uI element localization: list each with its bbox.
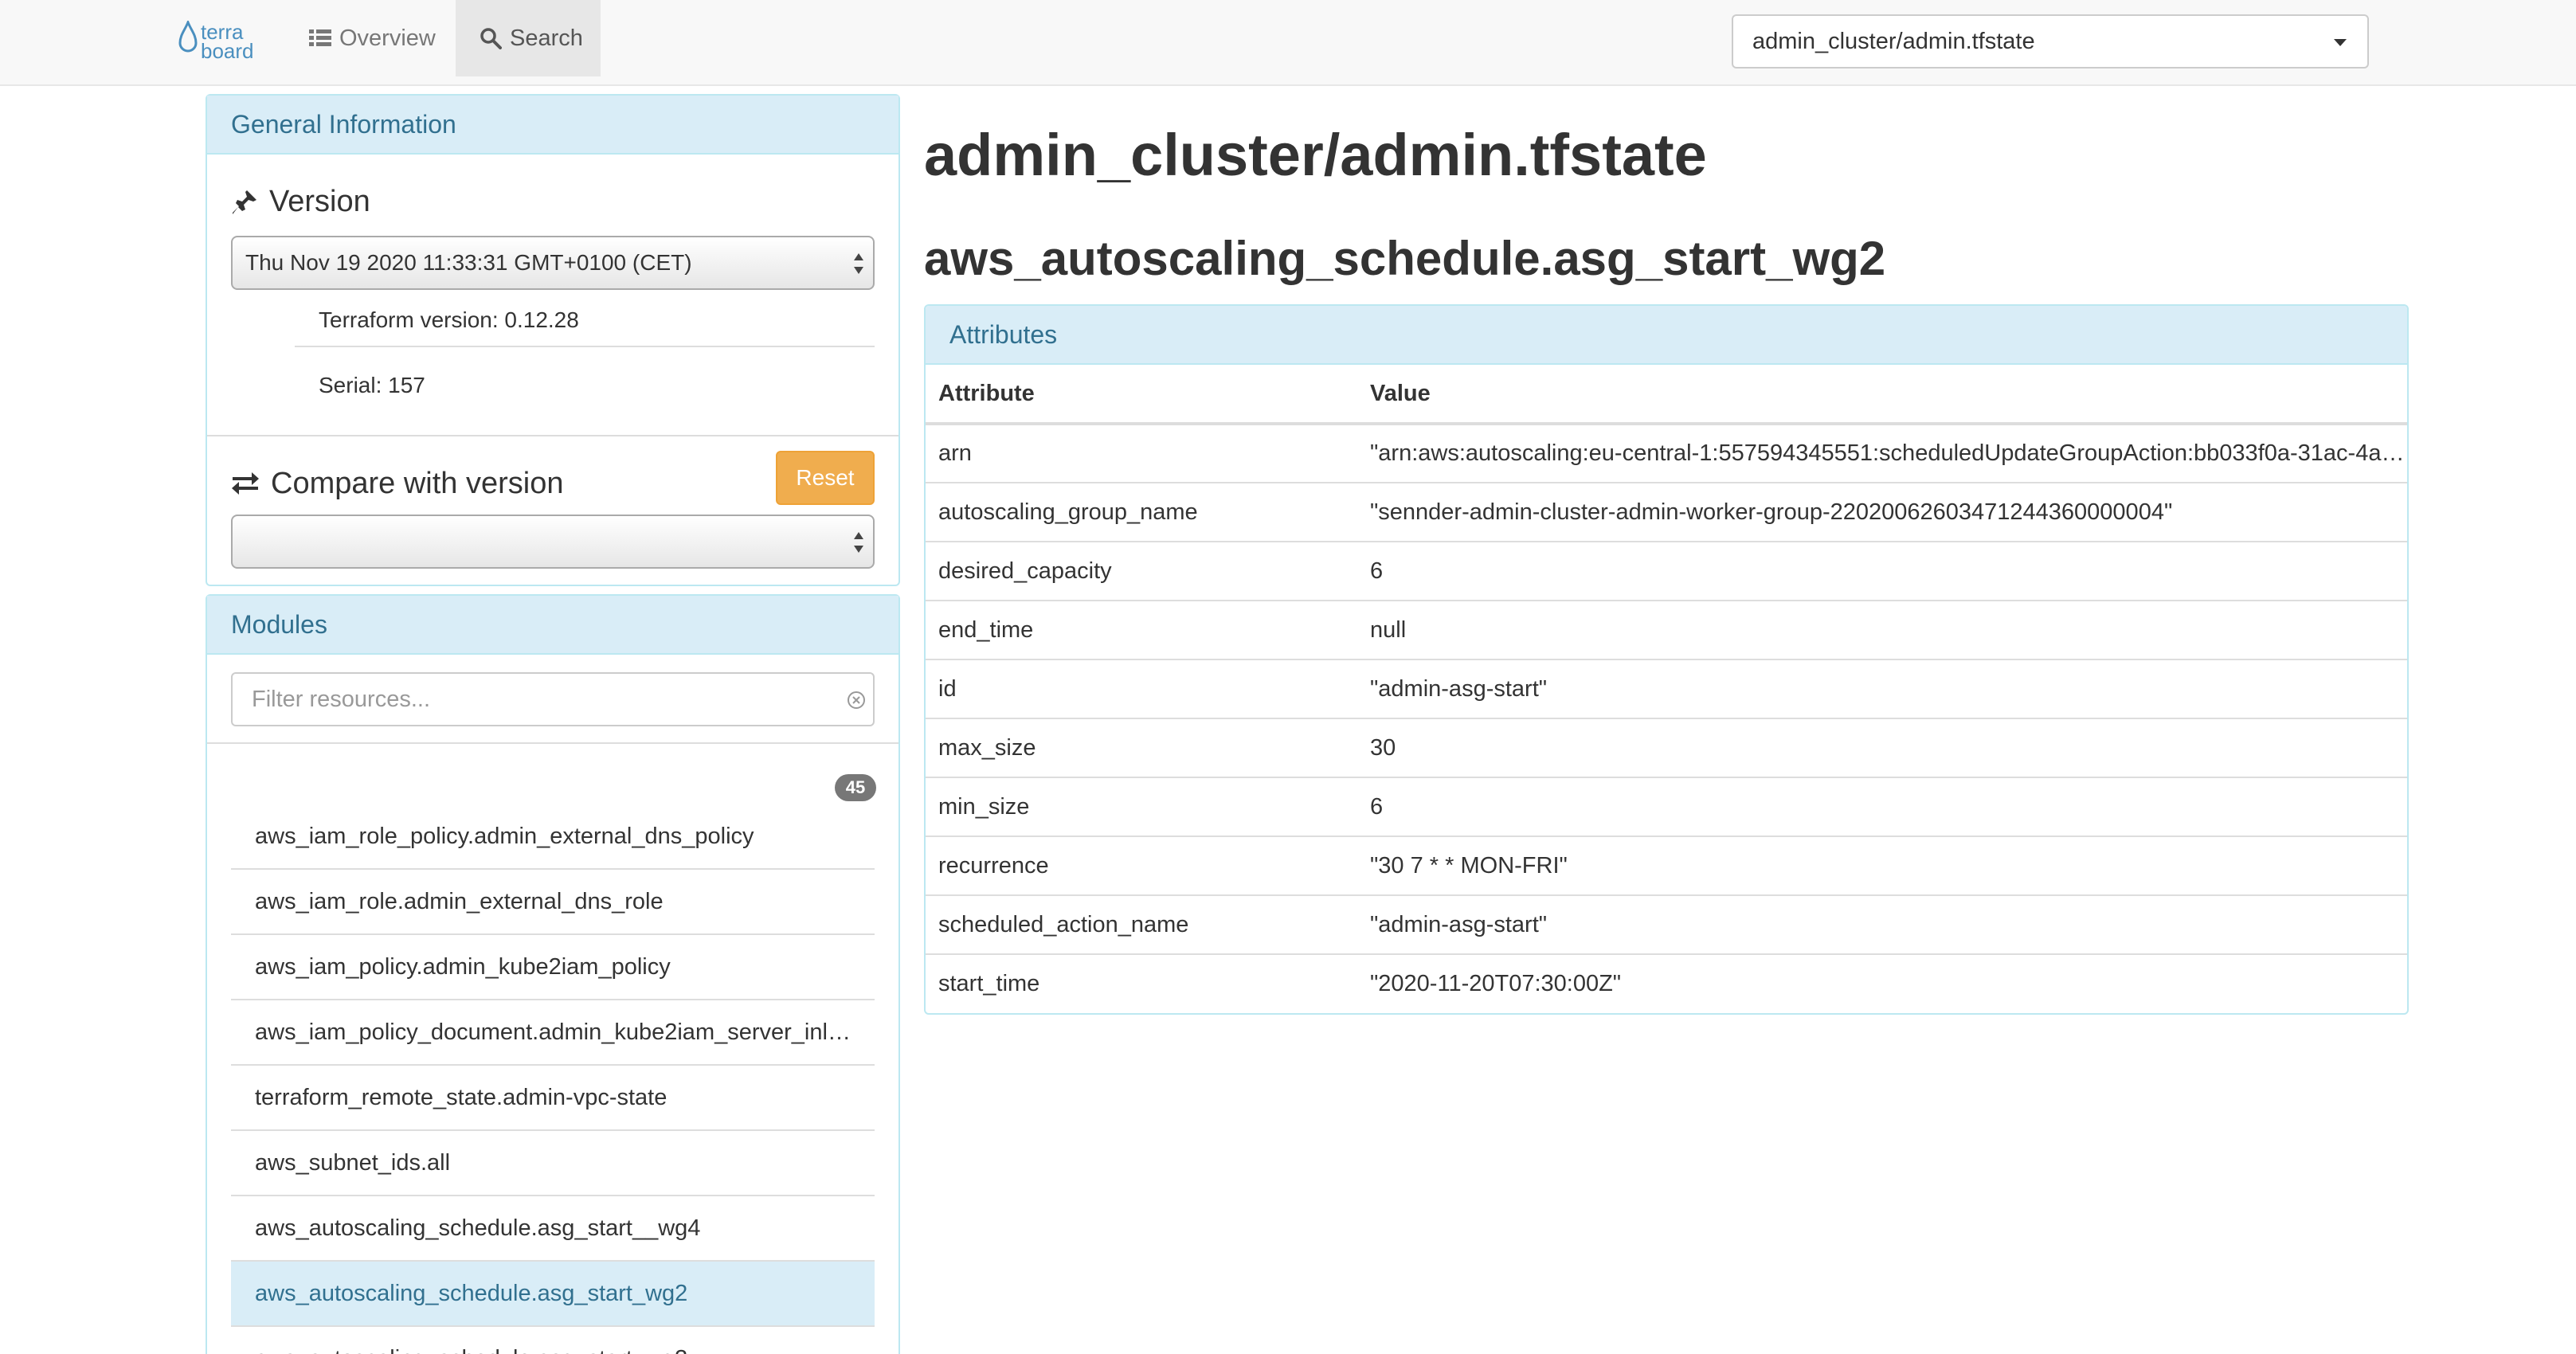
serial-number: Serial: 157: [319, 373, 425, 397]
version-title: Version: [231, 185, 370, 219]
attribute-name: arn: [938, 440, 972, 466]
table-row: scheduled_action_name "admin-asg-start": [926, 894, 2407, 954]
chevron-down-icon: [2334, 39, 2347, 46]
attribute-name: desired_capacity: [926, 541, 1357, 601]
module-item[interactable]: aws_iam_policy.admin_kube2iam_policy: [231, 935, 875, 1000]
filter-placeholder: Filter resources...: [252, 686, 430, 712]
attribute-value: null: [1357, 600, 2407, 659]
pushpin-icon: [233, 190, 256, 214]
table-row: arn "arn:aws:autoscaling:eu-central-1:557…: [926, 424, 2407, 483]
nav-overview-label: Overview: [339, 25, 436, 51]
page: terra board Overview Search admin_cluste…: [0, 0, 2576, 1354]
terraform-version: Terraform version: 0.12.28: [295, 307, 875, 347]
attribute-name: max_size: [926, 718, 1357, 777]
table-row: autoscaling_group_name "sennder-admin-clu…: [926, 482, 2407, 542]
modules-panel: Modules Filter resources... 45 aws_iam_r…: [206, 594, 900, 1354]
attribute-value: 30: [1357, 718, 2407, 777]
module-item-label: aws_subnet_ids.all: [255, 1149, 451, 1176]
divider: [207, 742, 898, 744]
attribute-value: 6: [1357, 541, 2407, 601]
drop-icon: [178, 21, 198, 53]
attribute-value: "admin-asg-start": [1357, 894, 2407, 954]
attribute-value: "30 7 * * MON-FRI": [1357, 835, 2407, 895]
table-row: recurrence "30 7 * * MON-FRI": [926, 835, 2407, 895]
brand-word-board: board: [201, 39, 254, 63]
attribute-value: "admin-asg-start": [1357, 659, 2407, 718]
module-item-label: aws_autoscaling_schedule.asg_start_wg2: [255, 1280, 688, 1306]
attribute-name: id: [926, 659, 1357, 718]
general-information-heading: General Information: [207, 96, 898, 155]
attribute-name: start_time: [926, 953, 1357, 1013]
general-information-panel: General Information Version Thu Nov 19 2…: [206, 94, 900, 586]
column-header-attribute: Attribute: [926, 365, 1357, 425]
select-arrows-icon: [854, 253, 863, 274]
module-item[interactable]: aws_autoscaling_schedule.asg_start__wg4: [231, 1196, 875, 1262]
module-item[interactable]: aws_subnet_ids.all: [231, 1131, 875, 1196]
attributes-heading: Attributes: [926, 306, 2407, 365]
module-item-label: aws_iam_policy.admin_kube2iam_policy: [255, 953, 671, 980]
compare-title-label: Compare with version: [271, 467, 564, 500]
nav-search[interactable]: Search: [456, 0, 601, 76]
attribute-value: "sennder-admin-cluster-admin-worker-grou…: [1357, 482, 2407, 542]
module-item-label: terraform_remote_state.admin-vpc-state: [255, 1084, 667, 1110]
version-select-value: Thu Nov 19 2020 11:33:31 GMT+0100 (CET): [245, 250, 692, 275]
table-row: desired_capacity 6: [926, 541, 2407, 601]
attribute-name: scheduled_action_name: [926, 894, 1357, 954]
module-item-label: aws_iam_role.admin_external_dns_role: [255, 888, 664, 914]
table-row: min_size 6: [926, 777, 2407, 836]
module-list: aws_iam_role_policy.admin_external_dns_p…: [231, 804, 875, 1354]
attribute-value: 6: [1357, 777, 2407, 836]
reset-button[interactable]: Reset: [776, 451, 875, 505]
module-item[interactable]: aws_iam_policy_document.admin_kube2iam_s…: [231, 1000, 875, 1066]
nav-overview[interactable]: Overview: [285, 0, 460, 76]
table-header-row: Attribute Value: [926, 365, 2407, 425]
resource-title: aws_autoscaling_schedule.asg_start_wg2: [924, 232, 1886, 285]
divider: [207, 435, 898, 436]
state-title: admin_cluster/admin.tfstate: [924, 122, 1707, 188]
module-item-label: aws_autoscaling_schedule.asg_start__wg4: [255, 1215, 701, 1241]
column-header-value: Value: [1357, 365, 2407, 425]
table-row: id "admin-asg-start": [926, 659, 2407, 718]
attribute-value: "arn:aws:autoscaling:eu-central-1:557594…: [1370, 440, 2407, 466]
attributes-panel: Attributes Attribute Value arn "arn:aws:a…: [924, 304, 2409, 1015]
attribute-name: recurrence: [926, 835, 1357, 895]
state-file-select-value: admin_cluster/admin.tfstate: [1752, 28, 2035, 54]
search-icon: [480, 28, 502, 49]
compare-title: Compare with version: [231, 467, 563, 501]
module-item-label: aws_iam_policy_document.admin_kube2iam_s…: [255, 1019, 851, 1045]
state-file-select[interactable]: admin_cluster/admin.tfstate: [1732, 14, 2369, 68]
nav-search-label: Search: [510, 25, 583, 51]
terraboard-logo[interactable]: terra board: [177, 16, 266, 65]
module-item-label: aws_autoscaling_schedule.asg_start_wg3: [255, 1346, 851, 1354]
clear-circle-icon[interactable]: [846, 690, 867, 710]
module-item[interactable]: aws_autoscaling_schedule.asg_start_wg3: [231, 1327, 875, 1354]
attributes-table: Attribute Value arn "arn:aws:autoscaling:…: [926, 365, 2407, 1013]
navbar: terra board Overview Search admin_cluste…: [0, 0, 2576, 86]
list-icon: [309, 29, 331, 46]
attribute-name: min_size: [926, 777, 1357, 836]
compare-version-select[interactable]: [231, 515, 875, 569]
module-item[interactable]: aws_iam_role_policy.admin_external_dns_p…: [231, 804, 875, 870]
table-row: end_time null: [926, 600, 2407, 659]
version-title-label: Version: [269, 185, 370, 218]
table-row: max_size 30: [926, 718, 2407, 777]
module-item-selected[interactable]: aws_autoscaling_schedule.asg_start_wg2: [231, 1262, 875, 1327]
filter-resources-input[interactable]: Filter resources...: [231, 672, 875, 726]
module-item-label: aws_iam_role_policy.admin_external_dns_p…: [255, 823, 754, 849]
modules-heading: Modules: [207, 596, 898, 655]
attribute-name: autoscaling_group_name: [926, 482, 1357, 542]
select-arrows-icon: [854, 532, 863, 553]
version-select[interactable]: Thu Nov 19 2020 11:33:31 GMT+0100 (CET): [231, 236, 875, 290]
attribute-name: end_time: [926, 600, 1357, 659]
swap-arrows-icon: [232, 472, 259, 495]
attribute-value: "2020-11-20T07:30:00Z": [1357, 953, 2407, 1013]
module-item[interactable]: aws_iam_role.admin_external_dns_role: [231, 870, 875, 935]
module-item[interactable]: terraform_remote_state.admin-vpc-state: [231, 1066, 875, 1131]
resource-count-badge: 45: [835, 774, 876, 801]
table-row: start_time "2020-11-20T07:30:00Z": [926, 953, 2407, 1013]
